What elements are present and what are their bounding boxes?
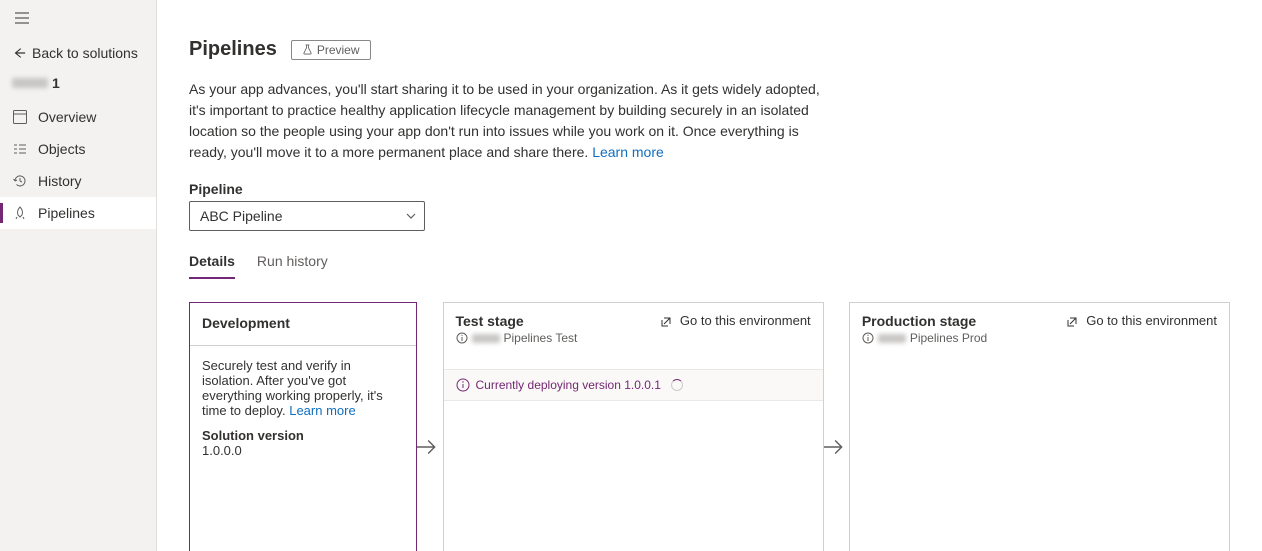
pipeline-label: Pipeline xyxy=(189,181,1230,197)
back-to-solutions-link[interactable]: Back to solutions xyxy=(0,39,156,71)
goto-label: Go to this environment xyxy=(680,313,811,328)
stage-title: Test stage xyxy=(456,313,578,329)
page-title: Pipelines xyxy=(189,38,277,61)
redacted-text xyxy=(472,334,500,343)
menu-icon xyxy=(14,10,30,26)
rocket-icon xyxy=(12,205,28,221)
redacted-text xyxy=(12,78,48,88)
back-label: Back to solutions xyxy=(32,45,138,61)
stage-title: Development xyxy=(202,315,404,331)
preview-label: Preview xyxy=(317,43,360,57)
card-header: Development xyxy=(190,303,416,346)
redacted-text xyxy=(878,334,906,343)
solution-name-suffix: 1 xyxy=(52,75,60,91)
nav-label: Pipelines xyxy=(38,205,95,221)
learn-more-link[interactable]: Learn more xyxy=(592,144,664,160)
tab-details[interactable]: Details xyxy=(189,253,235,279)
spinner-icon xyxy=(671,379,683,391)
goto-label: Go to this environment xyxy=(1086,313,1217,328)
sidebar-item-overview[interactable]: Overview xyxy=(0,101,156,133)
overview-icon xyxy=(12,109,28,125)
info-icon xyxy=(456,378,470,392)
open-external-icon xyxy=(1066,314,1080,328)
environment-name: Pipelines Prod xyxy=(910,331,987,345)
stage-arrow xyxy=(417,302,442,551)
page-description: As your app advances, you'll start shari… xyxy=(189,79,829,163)
stage-card-test: Test stage Pipelines Test Go to this env… xyxy=(443,302,824,551)
nav-label: Overview xyxy=(38,109,96,125)
info-icon xyxy=(456,332,468,344)
preview-badge: Preview xyxy=(291,40,371,60)
stage-title: Production stage xyxy=(862,313,987,329)
description-text: As your app advances, you'll start shari… xyxy=(189,81,820,160)
hamburger-menu[interactable] xyxy=(0,10,156,39)
stages-row: Development Securely test and verify in … xyxy=(189,302,1230,551)
solution-version-label: Solution version xyxy=(202,428,404,443)
deploying-status-bar: Currently deploying version 1.0.0.1 xyxy=(444,369,823,401)
card-header: Test stage Pipelines Test Go to this env… xyxy=(444,303,823,355)
sidebar-item-objects[interactable]: Objects xyxy=(0,133,156,165)
info-icon xyxy=(862,332,874,344)
main-content: Pipelines Preview As your app advances, … xyxy=(157,0,1262,551)
solution-version-value: 1.0.0.0 xyxy=(202,443,404,458)
stage-card-production: Production stage Pipelines Prod Go to th… xyxy=(849,302,1230,551)
card-body: Securely test and verify in isolation. A… xyxy=(190,346,416,551)
open-external-icon xyxy=(660,314,674,328)
nav-label: History xyxy=(38,173,82,189)
card-header: Production stage Pipelines Prod Go to th… xyxy=(850,303,1229,355)
goto-environment-link[interactable]: Go to this environment xyxy=(1066,313,1217,328)
objects-icon xyxy=(12,141,28,157)
stage-card-development: Development Securely test and verify in … xyxy=(189,302,417,551)
environment-line: Pipelines Prod xyxy=(862,331,987,345)
environment-name: Pipelines Test xyxy=(504,331,578,345)
solution-name: 1 xyxy=(0,71,156,101)
history-icon xyxy=(12,173,28,189)
sidebar-item-pipelines[interactable]: Pipelines xyxy=(0,197,156,229)
title-row: Pipelines Preview xyxy=(189,38,1230,61)
learn-more-link[interactable]: Learn more xyxy=(289,403,355,418)
arrow-left-icon xyxy=(12,46,26,60)
flask-icon xyxy=(302,44,313,55)
nav-label: Objects xyxy=(38,141,85,157)
goto-environment-link[interactable]: Go to this environment xyxy=(660,313,811,328)
tab-run-history[interactable]: Run history xyxy=(257,253,328,279)
environment-line: Pipelines Test xyxy=(456,331,578,345)
pipeline-select-value: ABC Pipeline xyxy=(189,201,425,231)
sidebar-item-history[interactable]: History xyxy=(0,165,156,197)
sidebar: Back to solutions 1 Overview Objects His… xyxy=(0,0,157,551)
stage-arrow xyxy=(824,302,849,551)
tabs: Details Run history xyxy=(189,253,1230,280)
pipeline-select[interactable]: ABC Pipeline xyxy=(189,201,425,231)
deploying-text: Currently deploying version 1.0.0.1 xyxy=(476,378,661,392)
